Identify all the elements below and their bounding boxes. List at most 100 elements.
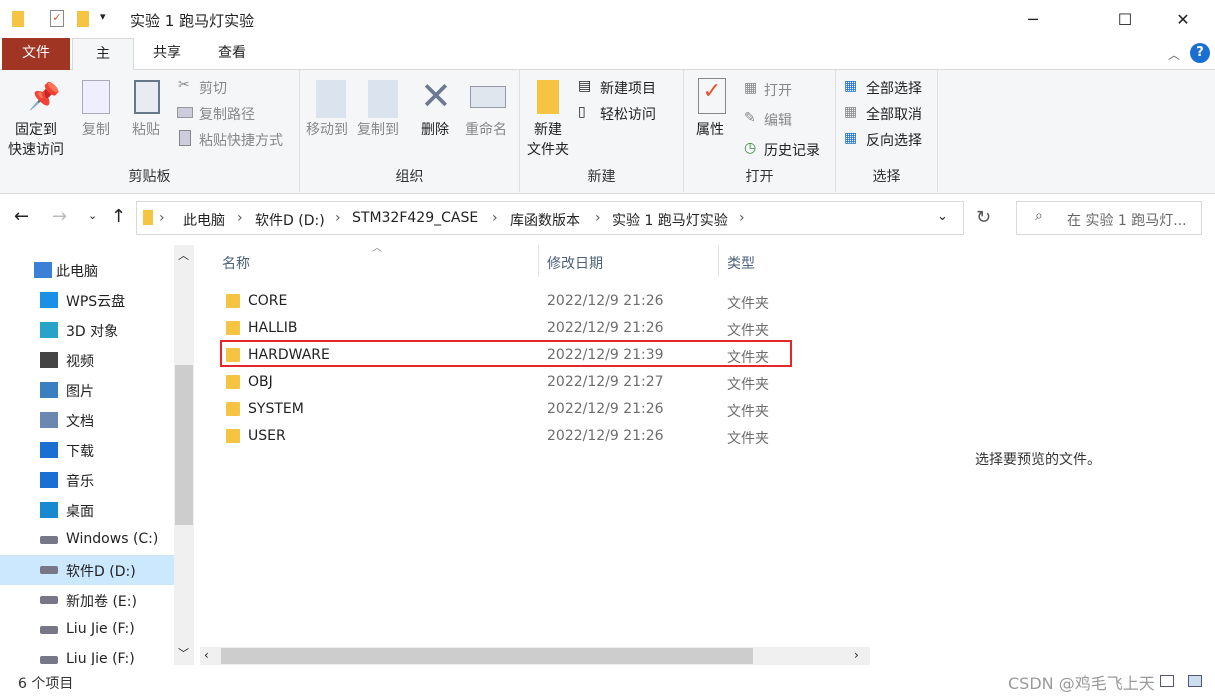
nav-item[interactable]: WPS云盘: [0, 285, 174, 315]
chevron-right-icon[interactable]: ›: [595, 210, 601, 226]
up-icon[interactable]: ↑: [111, 206, 126, 227]
nav-item[interactable]: 音乐: [0, 465, 174, 495]
new-folder-quick-icon[interactable]: [77, 11, 89, 27]
scroll-down-icon[interactable]: ﹀: [178, 645, 189, 661]
nav-item-label: 下载: [66, 444, 94, 460]
collapse-ribbon-icon[interactable]: ︿: [1168, 46, 1180, 63]
select-all-button[interactable]: 全部选择: [866, 78, 922, 98]
delete-button[interactable]: 删除: [421, 120, 449, 140]
copy-path-button[interactable]: 复制路径: [199, 104, 255, 124]
nav-scrollbar[interactable]: ︿ ﹀: [174, 245, 194, 665]
address-bar[interactable]: › 此电脑 › 软件D (D:) › STM32F429_CASE › 库函数版…: [136, 201, 964, 235]
nav-item[interactable]: 文档: [0, 405, 174, 435]
folder-icon: [226, 429, 240, 443]
cut-button[interactable]: 剪切: [199, 78, 227, 98]
select-none-button[interactable]: 全部取消: [866, 104, 922, 124]
nav-item-label: 音乐: [66, 474, 94, 490]
nav-item[interactable]: Liu Jie (F:): [0, 615, 174, 645]
nav-item[interactable]: 桌面: [0, 495, 174, 525]
breadcrumb-drive-d[interactable]: 软件D (D:): [255, 210, 325, 230]
forward-icon[interactable]: →: [52, 206, 67, 227]
file-row[interactable]: USER 2022/12/9 21:26 文件夹: [220, 424, 790, 451]
file-row[interactable]: HALLIB 2022/12/9 21:26 文件夹: [220, 316, 790, 343]
nav-item-icon: [40, 596, 58, 604]
file-row[interactable]: CORE 2022/12/9 21:26 文件夹: [220, 289, 790, 316]
address-dropdown-icon[interactable]: ⌄: [937, 209, 948, 224]
chevron-right-icon[interactable]: ›: [159, 210, 165, 226]
column-header-type[interactable]: 类型: [727, 253, 755, 273]
breadcrumb-stm32[interactable]: STM32F429_CASE: [352, 210, 478, 226]
edit-button[interactable]: 编辑: [764, 110, 792, 130]
details-view-icon[interactable]: [1160, 675, 1174, 687]
breadcrumb-this-pc[interactable]: 此电脑: [183, 210, 225, 230]
help-icon[interactable]: ?: [1190, 43, 1210, 63]
refresh-icon[interactable]: ↻: [976, 207, 991, 228]
nav-item[interactable]: 软件D (D:): [0, 555, 174, 585]
nav-item[interactable]: 图片: [0, 375, 174, 405]
horizontal-scrollbar[interactable]: ‹ ›: [200, 647, 870, 665]
nav-item[interactable]: 下载: [0, 435, 174, 465]
rename-icon: [470, 86, 506, 108]
back-icon[interactable]: ←: [14, 206, 29, 227]
new-folder-button[interactable]: 新建 文件夹: [527, 120, 569, 160]
scroll-left-icon[interactable]: ‹: [204, 648, 209, 662]
rename-button[interactable]: 重命名: [465, 120, 507, 140]
history-button[interactable]: 历史记录: [764, 140, 820, 160]
invert-selection-button[interactable]: 反向选择: [866, 130, 922, 150]
nav-item-icon: [40, 502, 58, 518]
open-button[interactable]: 打开: [764, 80, 792, 100]
nav-item-label: WPS云盘: [66, 294, 126, 310]
copy-button[interactable]: 复制: [82, 120, 110, 140]
paste-shortcut-button[interactable]: 粘贴快捷方式: [199, 130, 283, 150]
nav-item-label: Liu Jie (F:): [66, 651, 135, 665]
file-row[interactable]: SYSTEM 2022/12/9 21:26 文件夹: [220, 397, 790, 424]
tab-home[interactable]: 主页: [72, 38, 134, 92]
search-input[interactable]: ⌕ 在 实验 1 跑马灯...: [1016, 201, 1202, 235]
file-row[interactable]: OBJ 2022/12/9 21:27 文件夹: [220, 370, 790, 397]
nav-item-icon: [40, 412, 58, 428]
close-button[interactable]: ✕: [1160, 0, 1206, 38]
minimize-button[interactable]: ─: [1010, 0, 1056, 38]
column-header-date[interactable]: 修改日期: [547, 253, 603, 273]
nav-item[interactable]: 3D 对象: [0, 315, 174, 345]
new-group: 新建 文件夹 ▤ 新建项目 ▯ 轻松访问 新建: [520, 70, 684, 192]
breadcrumb-library[interactable]: 库函数版本: [510, 210, 580, 230]
new-group-label: 新建: [587, 169, 616, 185]
scroll-thumb[interactable]: [221, 648, 753, 664]
nav-item[interactable]: 新加卷 (E:): [0, 585, 174, 615]
scroll-up-icon[interactable]: ︿: [178, 247, 189, 263]
scroll-thumb[interactable]: [175, 365, 193, 525]
column-divider[interactable]: [538, 245, 539, 277]
column-header-name[interactable]: 名称: [222, 253, 250, 273]
sort-ascending-icon: ︿: [372, 243, 382, 254]
quick-access-dropdown-icon[interactable]: ▾: [100, 10, 106, 23]
large-icons-view-icon[interactable]: [1188, 675, 1202, 687]
pin-quick-access-button[interactable]: 固定到 快速访问: [8, 120, 64, 160]
paste-button[interactable]: 粘贴: [132, 120, 160, 140]
chevron-right-icon[interactable]: ›: [492, 210, 498, 226]
nav-item[interactable]: 视频: [0, 345, 174, 375]
tab-share[interactable]: 共享: [135, 38, 199, 70]
new-item-button[interactable]: 新建项目: [600, 78, 656, 98]
nav-item[interactable]: Liu Jie (F:): [0, 645, 174, 665]
nav-item[interactable]: 此电脑: [0, 255, 174, 285]
file-type: 文件夹: [727, 323, 769, 339]
easy-access-button[interactable]: 轻松访问: [600, 104, 656, 124]
maximize-button[interactable]: ☐: [1102, 0, 1148, 38]
scroll-right-icon[interactable]: ›: [854, 648, 859, 662]
move-to-button[interactable]: 移动到: [306, 120, 348, 140]
chevron-right-icon[interactable]: ›: [335, 210, 341, 226]
tab-file[interactable]: 文件: [2, 38, 70, 70]
nav-item[interactable]: Windows (C:): [0, 525, 174, 555]
breadcrumb-current[interactable]: 实验 1 跑马灯实验: [612, 210, 728, 230]
copy-to-button[interactable]: 复制到: [357, 120, 399, 140]
chevron-right-icon[interactable]: ›: [237, 210, 243, 226]
column-divider[interactable]: [718, 245, 719, 277]
new-folder-label-2: 文件夹: [527, 142, 569, 158]
properties-button[interactable]: 属性: [696, 120, 724, 140]
properties-icon: ✓: [698, 78, 726, 114]
chevron-right-icon[interactable]: ›: [739, 210, 745, 226]
tab-view[interactable]: 查看: [200, 38, 264, 70]
recent-locations-icon[interactable]: ⌄: [88, 209, 97, 222]
properties-quick-icon[interactable]: ✓: [50, 10, 64, 27]
